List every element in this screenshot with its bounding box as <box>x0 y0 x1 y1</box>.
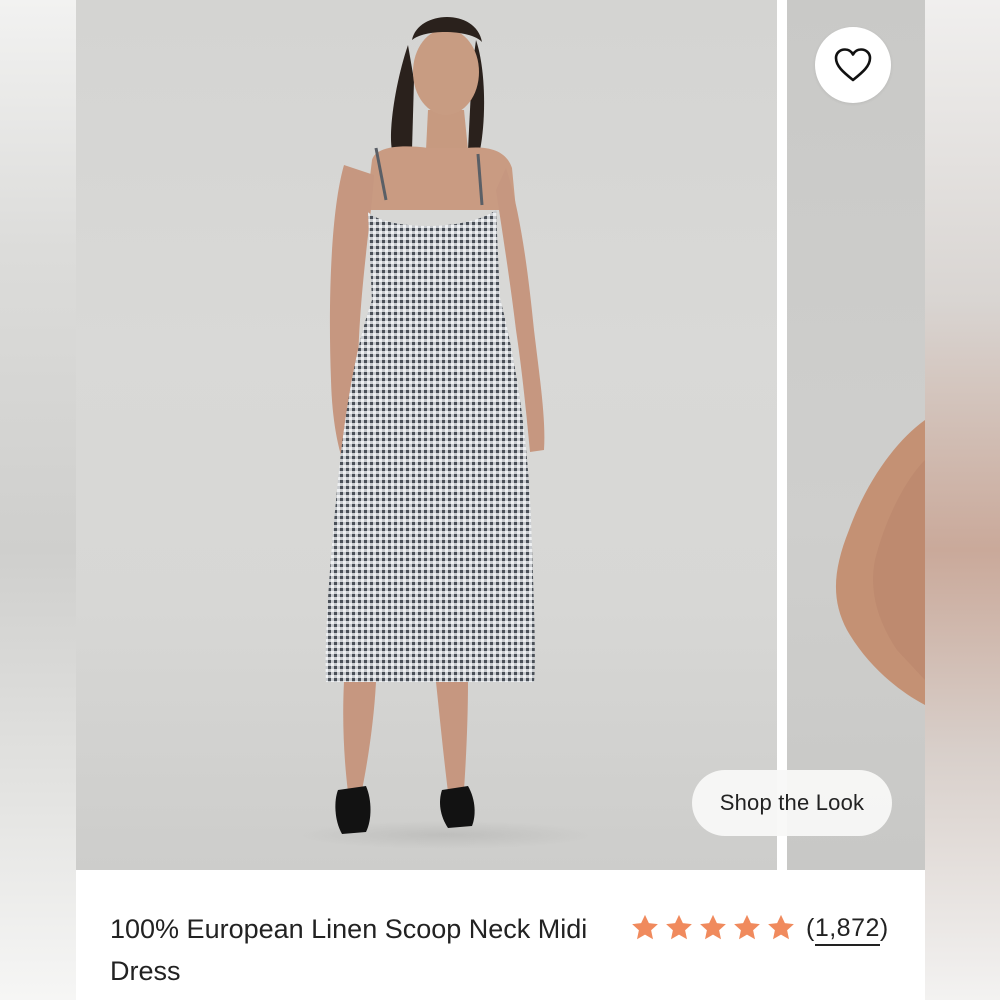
review-count-close: ) <box>879 913 889 942</box>
review-count-link[interactable]: (1,872) <box>806 913 889 946</box>
blurred-backdrop-right <box>925 0 1000 1000</box>
star-icon <box>768 914 794 940</box>
product-image-carousel[interactable]: Shop the Look <box>76 0 925 870</box>
shop-the-look-label: Shop the Look <box>719 790 865 815</box>
product-title: 100% European Linen Scoop Neck Midi Dres… <box>110 914 588 986</box>
star-icon <box>734 914 760 940</box>
star-icon <box>666 914 692 940</box>
heart-outline-icon <box>834 48 872 82</box>
blurred-backdrop-left <box>0 0 76 1000</box>
product-rating[interactable]: (1,872) <box>630 908 889 948</box>
product-image-main[interactable] <box>76 0 777 870</box>
model-photo-closeup <box>835 420 925 705</box>
product-info: 100% European Linen Scoop Neck Midi Dres… <box>76 870 925 1000</box>
favorite-button[interactable] <box>815 27 891 103</box>
shop-the-look-button[interactable]: Shop the Look <box>692 770 892 836</box>
star-icon <box>700 914 726 940</box>
model-photo <box>296 17 596 849</box>
review-count-open: ( <box>806 913 815 942</box>
star-icon <box>632 914 658 940</box>
review-count: 1,872 <box>814 913 880 946</box>
product-image-next[interactable] <box>787 0 925 870</box>
